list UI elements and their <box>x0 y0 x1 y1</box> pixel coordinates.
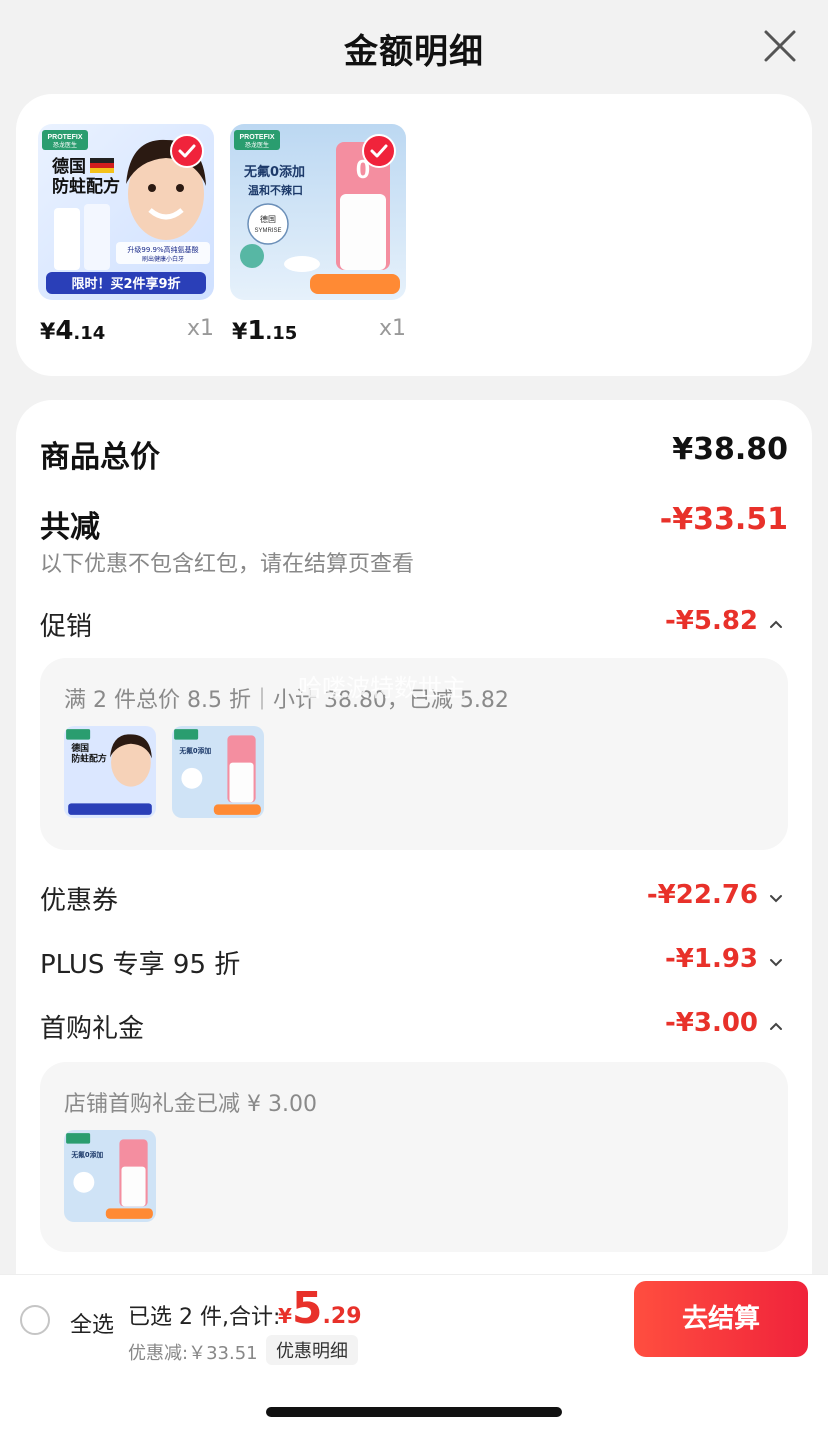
plus-discount-value: -¥1.93 <box>664 944 758 974</box>
svg-text:恐龙医生: 恐龙医生 <box>245 141 269 149</box>
product-card: PROTEFIX 恐龙医生 德国 防蛀配方 升级99.9%高纯氨基酸 刷出健康小… <box>16 94 812 376</box>
select-all-radio[interactable] <box>20 1305 50 1335</box>
svg-text:PROTEFIX: PROTEFIX <box>47 134 82 141</box>
svg-text:无氟0添加: 无氟0添加 <box>70 1150 103 1159</box>
discount-note: 以下优惠不包含红包，请在结算页查看 <box>40 552 415 577</box>
svg-text:无氟0添加: 无氟0添加 <box>243 164 305 180</box>
first-gift-value: -¥3.00 <box>664 1008 758 1038</box>
total-price: ¥5.29 <box>278 1283 362 1334</box>
discount-detail-button[interactable]: 优惠明细 <box>266 1335 358 1365</box>
product-thumb-art: 无氟0添加 <box>64 1130 156 1222</box>
chevron-down-icon[interactable] <box>768 954 784 970</box>
product-price-row: ¥4.14 x1 <box>38 308 214 356</box>
total-cut-row: 共减 -¥33.51 <box>40 498 788 545</box>
svg-text:SYMRISE: SYMRISE <box>254 228 281 234</box>
svg-text:升级99.9%高纯氨基酸: 升级99.9%高纯氨基酸 <box>127 245 198 254</box>
goods-total-row: 商品总价 ¥38.80 <box>40 428 788 475</box>
svg-text:无氟0添加: 无氟0添加 <box>178 746 211 755</box>
product-item[interactable]: PROTEFIX 恐龙医生 无氟0添加 温和不辣口 德国 SYMRISE 0 ¥… <box>230 124 406 356</box>
selected-check-icon[interactable] <box>362 134 396 168</box>
product-thumb-art: 德国 防蛀配方 <box>64 726 156 818</box>
product-image[interactable]: PROTEFIX 恐龙医生 无氟0添加 温和不辣口 德国 SYMRISE 0 <box>230 124 406 300</box>
coupon-row[interactable]: 优惠券 -¥22.76 <box>40 876 788 920</box>
svg-text:防蛀配方: 防蛀配方 <box>71 753 107 765</box>
svg-text:德国: 德国 <box>260 214 276 224</box>
amount-detail-sheet: 金额明细 PROTEFIX 恐龙医生 德国 防蛀配方 升级99.9%高纯氨基酸 … <box>0 0 828 1431</box>
home-indicator <box>266 1407 562 1417</box>
svg-text:恐龙医生: 恐龙医生 <box>53 141 77 149</box>
header: 金额明细 <box>0 0 828 92</box>
product-thumb-art: 无氟0添加 <box>172 726 264 818</box>
checkout-bar: 全选 已选 2 件,合计: ¥5.29 优惠减:￥33.51 优惠明细 去结算 <box>0 1274 828 1431</box>
watermark: 哈喽波特数世主 <box>298 674 466 702</box>
product-price: ¥4.14 <box>40 316 106 346</box>
chevron-down-icon[interactable] <box>768 890 784 906</box>
svg-text:防蛀配方: 防蛀配方 <box>52 176 120 197</box>
price-breakdown-card: 商品总价 ¥38.80 共减 -¥33.51 以下优惠不包含红包，请在结算页查看… <box>16 400 812 1280</box>
first-gift-detail-box: 店铺首购礼金已减 ¥ 3.00 无氟0添加 <box>40 1062 788 1252</box>
chevron-up-icon[interactable] <box>768 616 784 632</box>
plus-discount-row[interactable]: PLUS 专享 95 折 -¥1.93 <box>40 940 788 984</box>
svg-text:温和不辣口: 温和不辣口 <box>248 183 303 197</box>
svg-text:德国: 德国 <box>52 156 86 177</box>
selected-check-icon[interactable] <box>170 134 204 168</box>
promo-product-thumb[interactable]: 无氟0添加 <box>172 726 264 818</box>
svg-text:PROTEFIX: PROTEFIX <box>239 134 274 141</box>
checkout-button[interactable]: 去结算 <box>634 1281 808 1357</box>
first-gift-row[interactable]: 首购礼金 -¥3.00 <box>40 1004 788 1048</box>
first-gift-product-thumb[interactable]: 无氟0添加 <box>64 1130 156 1222</box>
product-quantity: x1 <box>186 316 214 341</box>
product-image[interactable]: PROTEFIX 恐龙医生 德国 防蛀配方 升级99.9%高纯氨基酸 刷出健康小… <box>38 124 214 300</box>
product-price-row: ¥1.15 x1 <box>230 308 406 356</box>
goods-total-label: 商品总价 <box>40 440 160 475</box>
svg-text:德国: 德国 <box>70 742 89 754</box>
promo-row[interactable]: 促销 -¥5.82 <box>40 602 788 646</box>
select-all-label[interactable]: 全选 <box>70 1307 114 1339</box>
total-cut-label: 共减 <box>40 510 100 545</box>
selection-summary: 已选 2 件,合计: <box>128 1305 281 1330</box>
product-item[interactable]: PROTEFIX 恐龙医生 德国 防蛀配方 升级99.9%高纯氨基酸 刷出健康小… <box>38 124 214 356</box>
svg-text:限时！买2件享9折: 限时！买2件享9折 <box>71 276 180 292</box>
total-cut-value: -¥33.51 <box>659 502 788 537</box>
product-price: ¥1.15 <box>232 316 298 346</box>
svg-text:刷出健康小白牙: 刷出健康小白牙 <box>142 255 184 263</box>
goods-total-value: ¥38.80 <box>672 432 788 467</box>
first-gift-detail-text: 店铺首购礼金已减 ¥ 3.00 <box>64 1092 317 1117</box>
coupon-label: 优惠券 <box>40 886 119 916</box>
first-gift-label: 首购礼金 <box>40 1014 145 1044</box>
chevron-up-icon[interactable] <box>768 1018 784 1034</box>
promo-value: -¥5.82 <box>664 606 758 636</box>
close-icon[interactable] <box>762 28 798 64</box>
page-title: 金额明细 <box>344 32 484 72</box>
discount-summary: 优惠减:￥33.51 <box>128 1343 258 1364</box>
promo-label: 促销 <box>40 612 93 642</box>
product-quantity: x1 <box>378 316 406 341</box>
coupon-value: -¥22.76 <box>646 880 758 910</box>
promo-product-thumb[interactable]: 德国 防蛀配方 <box>64 726 156 818</box>
plus-discount-label: PLUS 专享 95 折 <box>40 950 241 980</box>
